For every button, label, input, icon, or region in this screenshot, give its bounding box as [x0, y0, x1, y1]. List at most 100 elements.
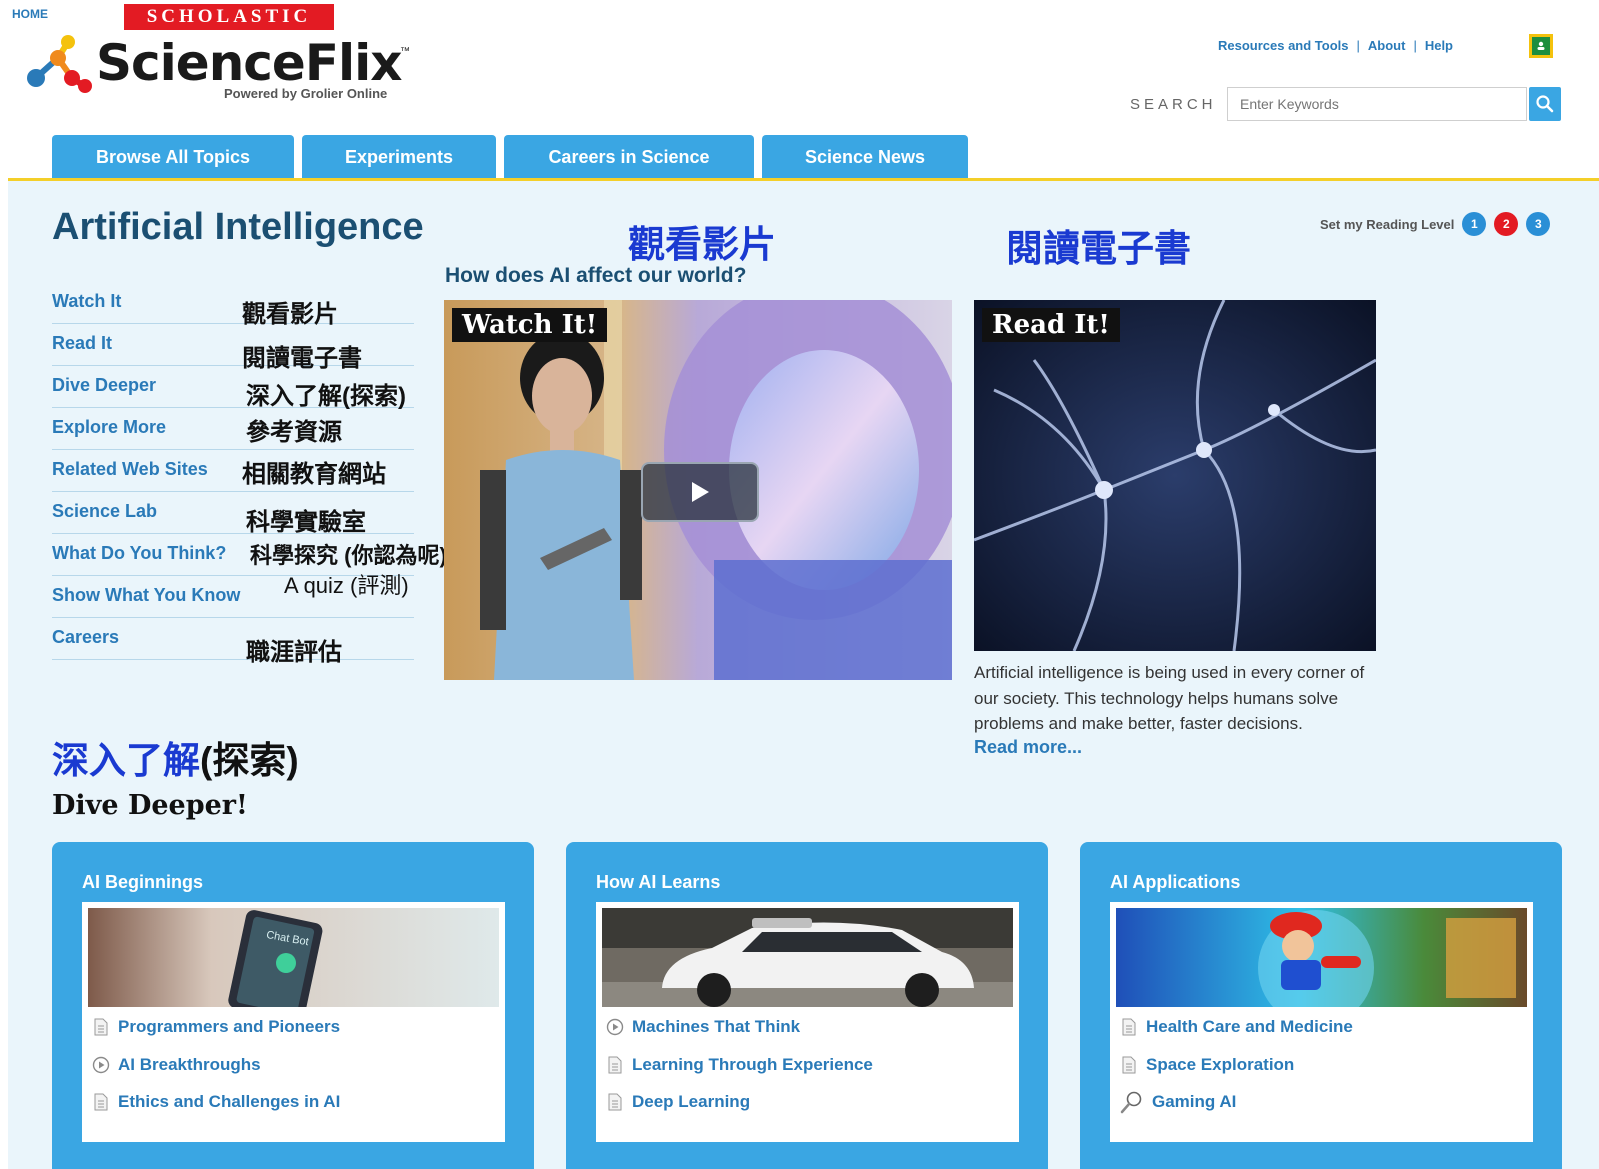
sidebar-item-careers[interactable]: Careers 職涯評估	[52, 618, 414, 666]
help-link[interactable]: Help	[1425, 38, 1453, 53]
video-question: How does AI affect our world?	[445, 264, 747, 287]
card-image-chatbot[interactable]: Chat Bot	[88, 908, 499, 1007]
reading-level-3-button[interactable]: 3	[1526, 212, 1551, 236]
sidebar-item-annotation: 相關教育網站	[242, 461, 386, 488]
magnifier-icon	[1120, 1091, 1142, 1114]
document-icon	[608, 1093, 622, 1111]
reading-level-label: Set my Reading Level	[1320, 216, 1455, 232]
card-panel: Health Care and Medicine Space Explorati…	[1110, 902, 1533, 1142]
about-link[interactable]: About	[1368, 38, 1406, 53]
sidebar-item-dive-deeper[interactable]: Dive Deeper 深入了解(探索)	[52, 366, 414, 410]
sidebar-item-show-what-you-know[interactable]: Show What You Know A quiz (評測)	[52, 573, 414, 618]
card-link-label[interactable]: Learning Through Experience	[632, 1055, 873, 1075]
reading-level-2-button[interactable]: 2	[1494, 212, 1519, 236]
card-link-label[interactable]: Ethics and Challenges in AI	[118, 1092, 340, 1112]
sidebar-item-label[interactable]: Careers	[52, 627, 119, 648]
annotation-watch: 觀看影片	[628, 224, 776, 265]
sidebar-item-annotation: A quiz (評測)	[284, 573, 409, 598]
sidebar-item-watch-it[interactable]: Watch It 觀看影片	[52, 282, 414, 328]
scienceflix-logo-icon	[27, 35, 92, 93]
sidebar-item-annotation: 深入了解(探索)	[246, 383, 406, 410]
ebook-cover-image	[974, 300, 1376, 651]
card-link-label[interactable]: Machines That Think	[632, 1017, 800, 1037]
card-link-machines-that-think[interactable]: Machines That Think	[606, 1014, 800, 1040]
card-panel: Machines That Think Learning Through Exp…	[596, 902, 1019, 1142]
search-input[interactable]	[1227, 87, 1527, 121]
annotation-dive-blue: 深入了解	[52, 740, 200, 781]
search-label: SEARCH	[1130, 96, 1217, 113]
card-link-label[interactable]: Health Care and Medicine	[1146, 1017, 1353, 1037]
search-button[interactable]	[1529, 87, 1561, 121]
document-icon	[94, 1018, 108, 1036]
card-title: How AI Learns	[596, 872, 721, 892]
card-link-label[interactable]: Space Exploration	[1146, 1055, 1294, 1075]
scholastic-logo[interactable]: SCHOLASTIC	[124, 4, 334, 30]
logo-subtitle: Powered by Grolier Online	[224, 86, 388, 101]
utility-links: Resources and Tools | About | Help	[1218, 38, 1453, 53]
card-ai-applications: AI Applications Health Care and Medicine…	[1080, 842, 1562, 1169]
annotation-dive-deeper: 深入了解(探索)	[52, 730, 299, 784]
sidebar-item-annotation: 科學實驗室	[246, 509, 366, 536]
sidebar-item-label[interactable]: Explore More	[52, 417, 166, 438]
sidebar-item-label[interactable]: Read It	[52, 333, 112, 354]
watch-it-badge: Watch It!	[452, 308, 608, 342]
annotation-read: 閱讀電子書	[1006, 228, 1191, 269]
search-icon	[1536, 95, 1554, 113]
card-link-deep-learning[interactable]: Deep Learning	[606, 1089, 750, 1115]
sidebar-item-related-web-sites[interactable]: Related Web Sites 相關教育網站	[52, 450, 414, 492]
sidebar-item-read-it[interactable]: Read It 閱讀電子書	[52, 324, 414, 372]
tab-browse-all-topics[interactable]: Browse All Topics	[52, 135, 294, 179]
dive-deeper-heading: Dive Deeper!	[52, 790, 248, 821]
card-link-ai-breakthroughs[interactable]: AI Breakthroughs	[92, 1052, 261, 1078]
read-it-badge: Read It!	[982, 308, 1120, 342]
document-icon	[1122, 1056, 1136, 1074]
sidebar-item-label[interactable]: Science Lab	[52, 501, 157, 522]
document-icon	[1122, 1018, 1136, 1036]
sidebar-item-label[interactable]: Related Web Sites	[52, 459, 208, 480]
sidebar-item-science-lab[interactable]: Science Lab 科學實驗室	[52, 492, 414, 536]
trademark-symbol: ™	[400, 46, 410, 57]
scienceflix-wordmark[interactable]: ScienceFlix	[96, 34, 403, 92]
sidebar-item-label[interactable]: What Do You Think?	[52, 543, 226, 564]
card-link-label[interactable]: Deep Learning	[632, 1092, 750, 1112]
card-link-programmers-and-pioneers[interactable]: Programmers and Pioneers	[92, 1014, 340, 1040]
video-play-button[interactable]	[641, 462, 759, 522]
card-image-gaming[interactable]	[1116, 908, 1527, 1007]
card-link-ethics-and-challenges[interactable]: Ethics and Challenges in AI	[92, 1089, 340, 1115]
sidebar-item-label[interactable]: Watch It	[52, 291, 121, 312]
card-link-gaming-ai[interactable]: Gaming AI	[1120, 1089, 1236, 1115]
card-image-self-driving-car[interactable]	[602, 908, 1013, 1007]
resources-and-tools-link[interactable]: Resources and Tools	[1218, 38, 1349, 53]
card-panel: Chat Bot Programmers and Pioneers AI Bre…	[82, 902, 505, 1142]
reading-level-1-button[interactable]: 1	[1462, 212, 1487, 236]
card-link-label[interactable]: Gaming AI	[1152, 1092, 1236, 1112]
play-icon	[692, 482, 709, 502]
tab-careers-in-science[interactable]: Careers in Science	[504, 135, 754, 179]
card-title: AI Applications	[1110, 872, 1241, 892]
card-link-space-exploration[interactable]: Space Exploration	[1120, 1052, 1294, 1078]
card-ai-beginnings: AI Beginnings Chat Bot Programmers and P…	[52, 842, 534, 1169]
sidebar-item-explore-more[interactable]: Explore More 參考資源	[52, 408, 414, 450]
watch-it-video[interactable]: Watch It!	[444, 300, 952, 680]
reading-level-selector: Set my Reading Level 1 2 3	[1320, 212, 1551, 236]
card-link-label[interactable]: Programmers and Pioneers	[118, 1017, 340, 1037]
tab-science-news[interactable]: Science News	[762, 135, 968, 179]
play-circle-icon	[92, 1056, 110, 1074]
annotation-dive-black: (探索)	[200, 740, 299, 781]
home-link[interactable]: HOME	[12, 7, 48, 21]
tab-experiments[interactable]: Experiments	[302, 135, 496, 179]
card-link-health-care-and-medicine[interactable]: Health Care and Medicine	[1120, 1014, 1353, 1040]
read-more-link[interactable]: Read more...	[974, 737, 1082, 758]
document-icon	[608, 1056, 622, 1074]
sidebar-item-label[interactable]: Show What You Know	[52, 585, 240, 606]
link-separator: |	[1413, 38, 1417, 53]
document-icon	[94, 1093, 108, 1111]
link-separator: |	[1356, 38, 1360, 53]
read-it-ebook[interactable]: Read It!	[974, 300, 1376, 651]
sidebar-item-label[interactable]: Dive Deeper	[52, 375, 156, 396]
card-link-learning-through-experience[interactable]: Learning Through Experience	[606, 1052, 873, 1078]
google-classroom-icon[interactable]	[1529, 34, 1553, 58]
card-link-label[interactable]: AI Breakthroughs	[118, 1055, 261, 1075]
card-title: AI Beginnings	[82, 872, 203, 892]
play-circle-icon	[606, 1018, 624, 1036]
